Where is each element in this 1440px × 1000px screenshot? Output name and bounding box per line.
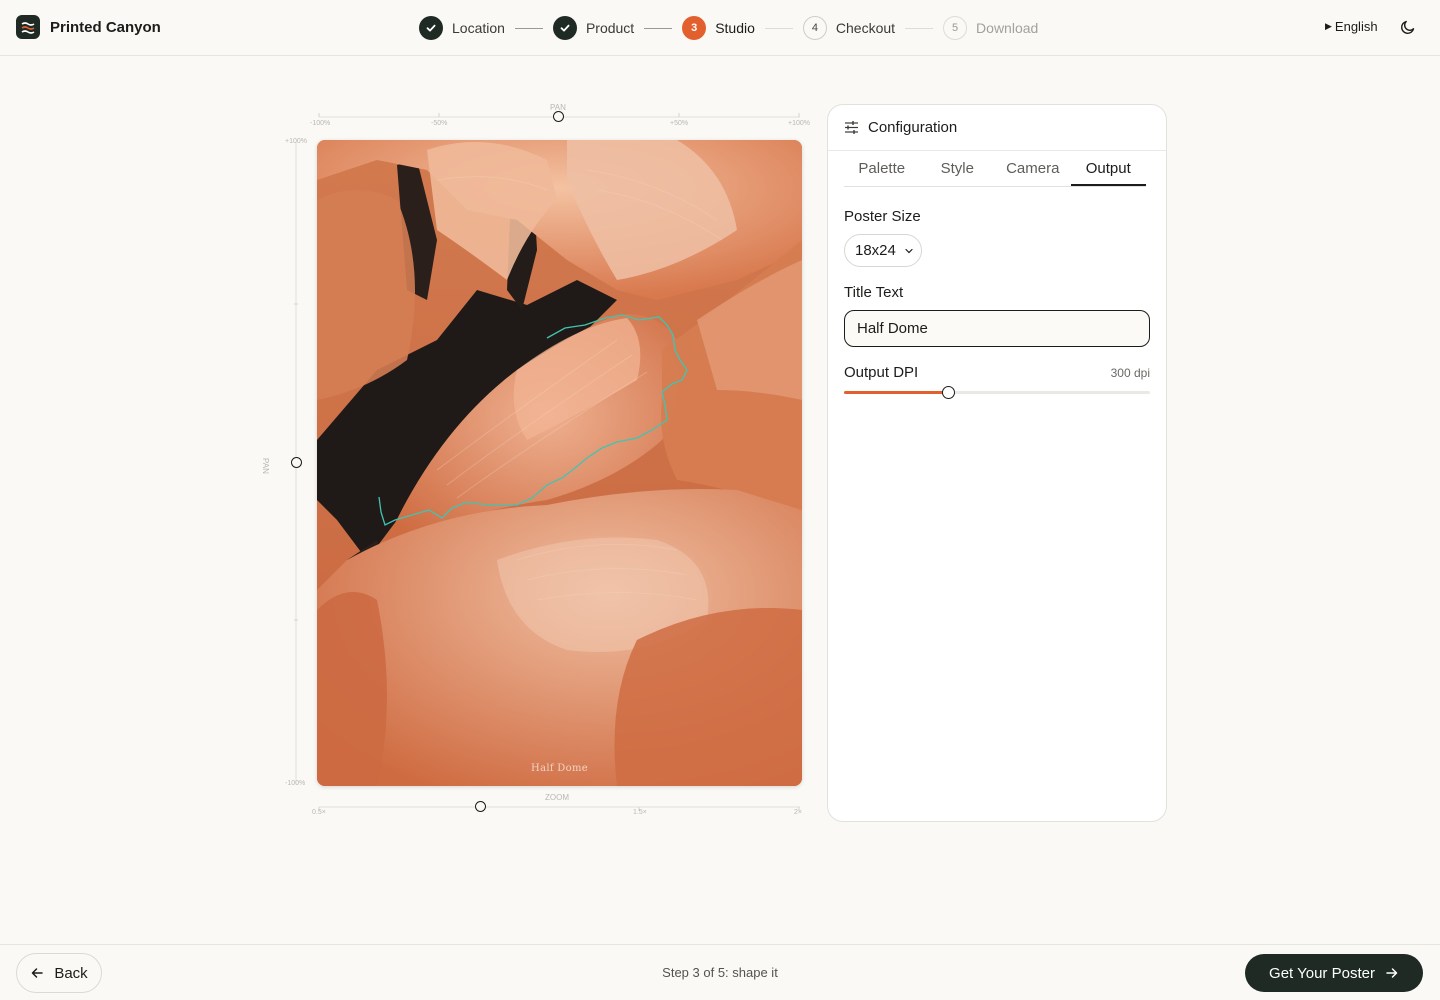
caret-right-icon: ▶ [1325,21,1332,31]
top-bar: Printed Canyon Location Product 3 Studio… [0,0,1440,56]
step-checkout[interactable]: 4 Checkout [802,16,896,40]
tab-output[interactable]: Output [1070,151,1146,186]
slider-thumb[interactable] [942,386,956,399]
step-download: 5 Download [943,16,1038,40]
slider-fill [844,391,949,394]
tab-camera[interactable]: Camera [995,151,1071,186]
ruler-tick: +50% [670,120,689,127]
panel-header: Configuration [828,105,1166,151]
cta-label: Get Your Poster [1269,964,1375,982]
ruler-tick: +100% [285,138,307,145]
pan-vertical-handle[interactable] [291,457,302,468]
step-status-text: Step 3 of 5: shape it [662,965,778,980]
poster-title-text: Half Dome [531,763,588,774]
back-label: Back [54,964,88,982]
tab-style[interactable]: Style [920,151,996,186]
brand[interactable]: Printed Canyon [16,15,161,39]
step-number: 3 [682,16,707,40]
language-selector[interactable]: ▶ English [1325,19,1378,34]
title-text-input[interactable] [844,310,1150,347]
top-pan-ruler [318,113,800,118]
step-label: Checkout [835,20,896,36]
configuration-panel: Configuration Palette Style Camera Outpu… [827,104,1167,822]
step-label: Download [976,20,1039,36]
output-dpi-value: 300 dpi [1110,366,1150,380]
title-text-label: Title Text [844,284,904,301]
check-icon [552,16,577,40]
poster-preview[interactable]: Half Dome [317,140,802,786]
step-label: Product [585,20,635,36]
left-pan-ruler [294,142,298,784]
ruler-tick: 0.5× [312,809,326,816]
poster-size-select[interactable]: 18x24 [844,234,922,267]
zoom-handle[interactable] [475,801,486,812]
brand-name: Printed Canyon [50,18,161,36]
ruler-tick: +100% [788,120,810,127]
step-connector [764,27,793,29]
sliders-icon [845,121,858,134]
step-location[interactable]: Location [419,16,505,40]
bottom-bar: Back Step 3 of 5: shape it Get Your Post… [0,944,1440,1000]
output-dpi-slider[interactable] [844,386,1150,399]
step-product[interactable]: Product [552,16,635,40]
step-label: Location [452,20,505,36]
bottom-ruler-label: ZOOM [545,793,569,802]
brand-logo-icon [16,15,40,39]
step-connector [514,27,543,29]
arrow-right-icon [1386,968,1398,978]
ruler-tick: -100% [285,780,306,787]
ruler-tick: -50% [431,120,448,127]
step-number: 5 [943,16,968,40]
step-connector [905,27,934,29]
chevron-down-icon [905,248,913,253]
terrain-render [317,140,802,786]
theme-toggle-button[interactable] [1398,17,1418,37]
ruler-tick: -100% [310,120,331,127]
step-connector [644,27,673,29]
panel-title: Configuration [868,119,958,136]
left-ruler-label: PAN [261,458,270,474]
ruler-tick: 1.5× [633,809,647,816]
moon-icon [1400,20,1415,35]
poster-size-value: 18x24 [855,242,896,259]
check-icon [419,16,443,40]
tab-palette[interactable]: Palette [844,151,920,186]
step-studio[interactable]: 3 Studio [682,16,755,40]
poster-canvas-area: PAN -100% -50% +50% +100% +100% -100% PA… [261,96,815,826]
pan-horizontal-handle[interactable] [553,111,564,122]
back-button[interactable]: Back [16,953,102,993]
step-label: Studio [715,20,755,36]
config-tabs: Palette Style Camera Output [844,151,1146,187]
get-your-poster-button[interactable]: Get Your Poster [1245,954,1423,992]
poster-size-label: Poster Size [844,208,921,225]
arrow-left-icon [32,968,44,978]
step-number: 4 [802,16,827,40]
bottom-zoom-ruler [318,806,800,811]
output-dpi-label: Output DPI [844,364,919,381]
ruler-tick: 2× [794,809,802,816]
progress-stepper: Location Product 3 Studio 4 Checkout 5 D… [419,16,1038,40]
language-label: English [1334,19,1378,34]
